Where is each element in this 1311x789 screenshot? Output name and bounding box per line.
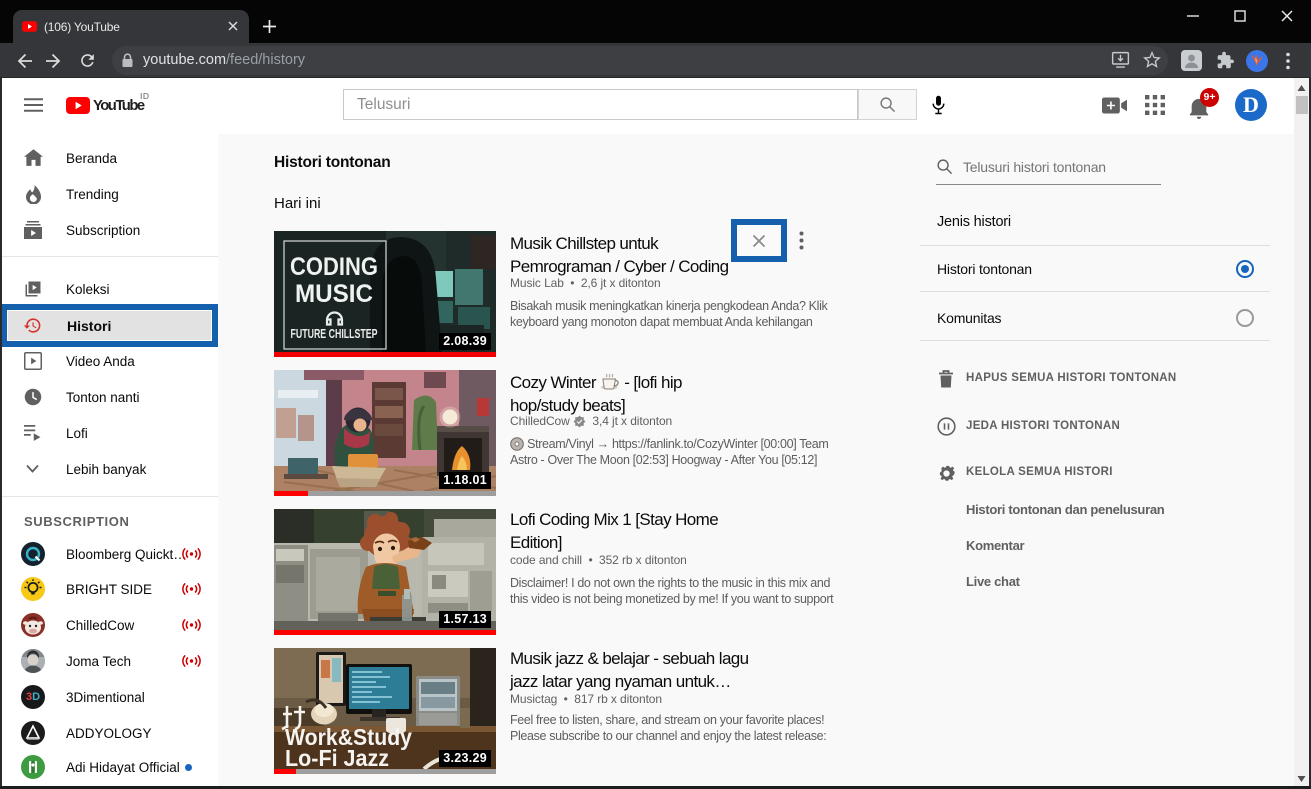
svg-text:MUSIC: MUSIC — [295, 280, 373, 308]
svg-text:Lo-Fi Jazz: Lo-Fi Jazz — [285, 745, 389, 771]
svg-text:CODING: CODING — [290, 253, 378, 281]
svg-text:FUTURE CHILLSTEP: FUTURE CHILLSTEP — [291, 326, 378, 341]
